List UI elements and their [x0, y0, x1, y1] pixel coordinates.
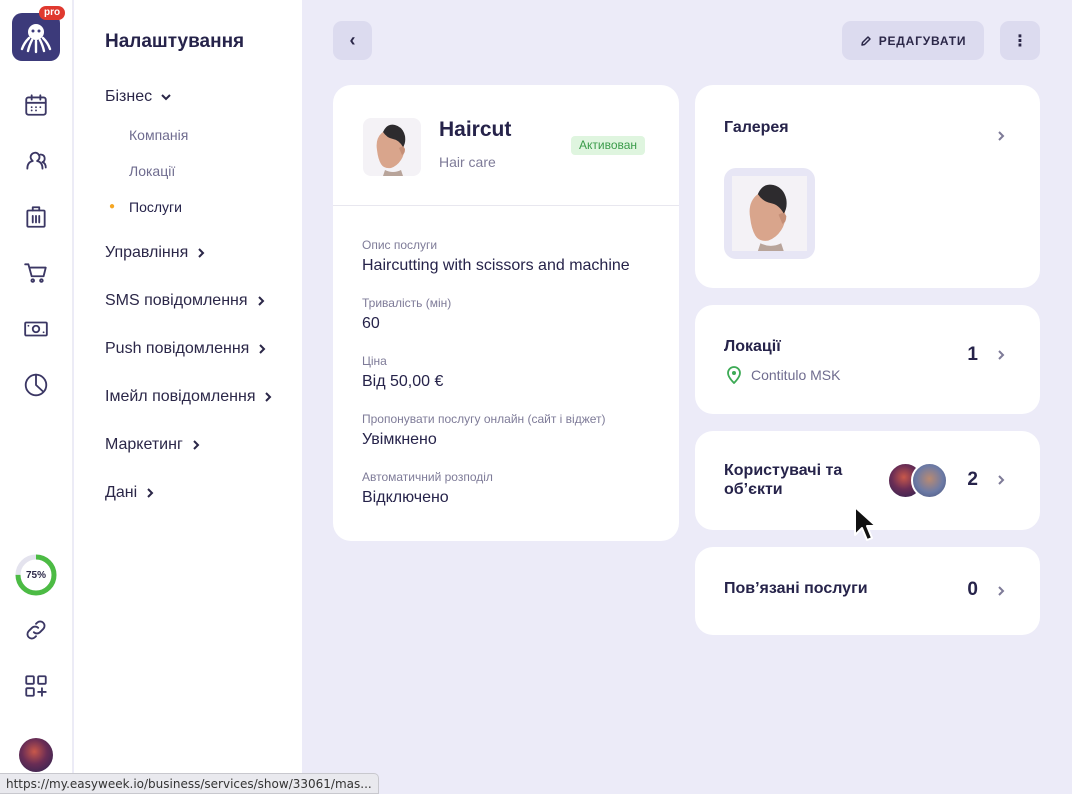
service-name: Haircut: [439, 118, 512, 141]
nav-data[interactable]: Дані: [105, 484, 155, 502]
nav-push[interactable]: Push повідомлення: [105, 340, 267, 358]
link-icon[interactable]: [22, 616, 50, 644]
back-button[interactable]: ‹: [333, 21, 372, 60]
service-category: Hair care: [439, 154, 496, 170]
chevron-right-icon: [998, 475, 1005, 485]
active-dot-icon: ●: [109, 201, 116, 212]
status-badge: Активован: [571, 136, 646, 155]
users-title: Користувачі та об’єкти: [724, 462, 843, 498]
user-avatar-2: [911, 462, 948, 499]
chevron-right-icon: [259, 344, 266, 354]
nav-business-label: Бізнес: [105, 88, 153, 105]
locations-count: 1: [967, 344, 978, 365]
chevron-right-icon: [198, 248, 205, 258]
field-label-description: Опис послуги: [362, 238, 438, 252]
nav-email[interactable]: Імейл повідомлення: [105, 388, 273, 406]
gallery-photo: [732, 176, 807, 251]
chevron-right-icon: [193, 440, 200, 450]
cash-icon[interactable]: [22, 315, 50, 343]
setup-progress-label: 75%: [25, 569, 46, 581]
nav-label: Імейл повідомлення: [105, 388, 256, 405]
gallery-card[interactable]: Галерея: [695, 85, 1040, 288]
icon-rail: pro 75%: [0, 0, 73, 794]
nav-company[interactable]: Компанія: [129, 127, 188, 143]
more-button[interactable]: ⋮: [1000, 21, 1040, 60]
reports-icon[interactable]: [22, 371, 50, 399]
gallery-thumbnail[interactable]: [724, 168, 815, 259]
settings-sidebar: Налаштування Бізнес Компанія Локації ● П…: [74, 0, 302, 794]
field-label-auto-assign: Автоматичний розподіл: [362, 470, 493, 484]
nav-label: Push повідомлення: [105, 340, 250, 357]
nav-label: SMS повідомлення: [105, 292, 248, 309]
pencil-icon: [860, 35, 871, 46]
related-services-card[interactable]: Пов’язані послуги 0: [695, 547, 1040, 635]
field-label-online-booking: Пропонувати послугу онлайн (сайт і відже…: [362, 412, 606, 426]
service-photo: [363, 118, 421, 176]
cart-icon[interactable]: [22, 259, 50, 287]
clients-icon[interactable]: [22, 147, 50, 175]
apps-add-icon[interactable]: [22, 672, 50, 700]
chevron-right-icon: [147, 488, 154, 498]
mouse-cursor-icon: [854, 506, 877, 541]
nav-management[interactable]: Управління: [105, 244, 206, 262]
nav-business[interactable]: Бізнес: [105, 88, 172, 106]
chevron-left-icon: ‹: [349, 30, 356, 50]
field-value-auto-assign: Відключено: [362, 489, 449, 506]
locations-card[interactable]: Локації Contitulo MSK 1: [695, 305, 1040, 414]
gallery-title: Галерея: [724, 119, 789, 136]
browser-status-url: https://my.easyweek.io/business/services…: [0, 773, 379, 794]
nav-marketing[interactable]: Маркетинг: [105, 436, 201, 454]
more-vertical-icon: ⋮: [1012, 32, 1028, 50]
pro-badge: pro: [39, 6, 66, 20]
edit-button-label: РЕДАГУВАТИ: [878, 33, 967, 48]
nav-label: Управління: [105, 244, 189, 261]
chevron-right-icon: [265, 392, 272, 402]
field-value-online-booking: Увімкнено: [362, 431, 437, 448]
octopus-icon: [20, 24, 52, 54]
nav-label: Маркетинг: [105, 436, 183, 453]
field-label-price: Ціна: [362, 354, 387, 368]
field-label-duration: Тривалість (мін): [362, 296, 452, 310]
nav-sms[interactable]: SMS повідомлення: [105, 292, 266, 310]
location-item: Contitulo MSK: [726, 366, 840, 384]
chevron-right-icon: [998, 586, 1005, 596]
related-services-count: 0: [967, 579, 978, 600]
field-value-description: Haircutting with scissors and machine: [362, 257, 630, 274]
field-value-duration: 60: [362, 315, 380, 332]
nav-locations[interactable]: Локації: [129, 163, 175, 179]
chevron-down-icon: [161, 94, 171, 101]
locations-title: Локації: [724, 338, 781, 355]
nav-services[interactable]: Послуги: [129, 199, 182, 215]
chevron-right-icon: [998, 350, 1005, 360]
app-logo[interactable]: [12, 13, 60, 61]
chevron-right-icon: [998, 131, 1005, 141]
chevron-right-icon: [257, 296, 264, 306]
related-services-title: Пов’язані послуги: [724, 580, 868, 597]
user-avatar[interactable]: [19, 738, 53, 772]
business-icon[interactable]: [22, 203, 50, 231]
calendar-icon[interactable]: [22, 91, 50, 119]
service-details-card: Haircut Hair care Активован Опис послуги…: [333, 85, 679, 541]
location-name: Contitulo MSK: [751, 367, 841, 383]
nav-label: Дані: [105, 484, 138, 501]
users-count: 2: [967, 469, 978, 490]
field-value-price: Від 50,00 €: [362, 373, 444, 390]
map-pin-icon: [727, 366, 741, 384]
divider: [333, 205, 679, 206]
edit-button[interactable]: РЕДАГУВАТИ: [842, 21, 984, 60]
settings-title: Налаштування: [105, 31, 245, 52]
